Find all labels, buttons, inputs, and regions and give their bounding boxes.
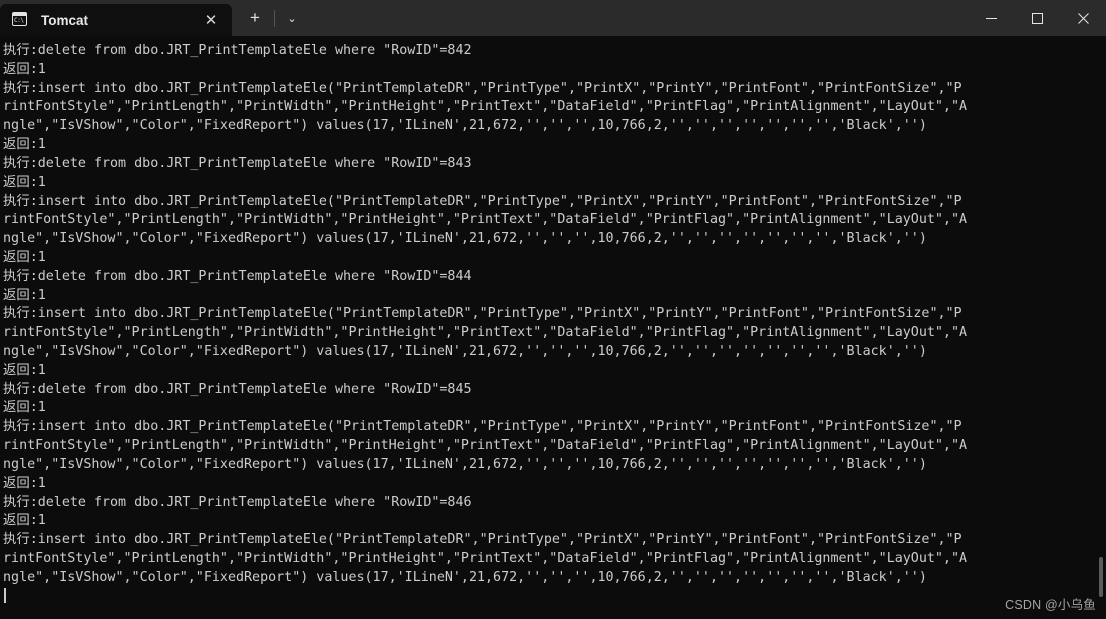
terminal-line: 执行:insert into dbo.JRT_PrintTemplateEle(… <box>3 193 962 209</box>
chevron-down-icon[interactable]: ⌄ <box>275 2 309 34</box>
terminal-line: ngle","IsVShow","Color","FixedReport") v… <box>3 118 927 134</box>
terminal-line: 返回:1 <box>3 174 46 190</box>
terminal-line: rintFontStyle","PrintLength","PrintWidth… <box>3 438 968 454</box>
minimize-icon[interactable] <box>968 0 1014 36</box>
terminal-line: 返回:1 <box>3 400 46 416</box>
terminal-line: 执行:insert into dbo.JRT_PrintTemplateEle(… <box>3 419 962 435</box>
title-bar: C:\ Tomcat ✕ + ⌄ <box>0 0 1106 36</box>
terminal-line: 执行:insert into dbo.JRT_PrintTemplateEle(… <box>3 306 962 322</box>
terminal-output: 执行:delete from dbo.JRT_PrintTemplateEle … <box>1 42 1106 606</box>
terminal-line: 返回:1 <box>3 362 46 378</box>
terminal-line: 执行:delete from dbo.JRT_PrintTemplateEle … <box>3 43 472 58</box>
new-tab-button[interactable]: + <box>236 2 274 34</box>
terminal-pane[interactable]: 执行:delete from dbo.JRT_PrintTemplateEle … <box>0 36 1106 619</box>
close-window-icon[interactable] <box>1060 0 1106 36</box>
terminal-cursor-line <box>3 587 1106 607</box>
tab-strip: C:\ Tomcat ✕ <box>0 0 232 36</box>
terminal-line: rintFontStyle","PrintLength","PrintWidth… <box>3 212 968 228</box>
terminal-line: 执行:delete from dbo.JRT_PrintTemplateEle … <box>3 381 472 397</box>
terminal-line: rintFontStyle","PrintLength","PrintWidth… <box>3 325 968 341</box>
terminal-line: 执行:insert into dbo.JRT_PrintTemplateEle(… <box>3 532 962 548</box>
watermark-text: CSDN @小乌鱼 <box>1005 598 1096 612</box>
terminal-line: 返回:1 <box>3 513 46 529</box>
maximize-icon[interactable] <box>1014 0 1060 36</box>
window-controls <box>968 0 1106 36</box>
terminal-line: ngle","IsVShow","Color","FixedReport") v… <box>3 344 927 359</box>
terminal-line: 执行:delete from dbo.JRT_PrintTemplateEle … <box>3 268 472 284</box>
terminal-line: rintFontStyle","PrintLength","PrintWidth… <box>3 550 968 566</box>
close-tab-icon[interactable]: ✕ <box>198 7 224 33</box>
tab-title: Tomcat <box>41 12 89 28</box>
scrollbar-thumb[interactable] <box>1099 557 1103 597</box>
terminal-line: 返回:1 <box>3 287 46 303</box>
console-cmd-icon-label: C:\ <box>14 16 24 24</box>
terminal-line: 执行:insert into dbo.JRT_PrintTemplateEle(… <box>3 80 962 96</box>
terminal-line: 返回:1 <box>3 249 46 265</box>
tab-actions: + ⌄ <box>232 0 309 36</box>
terminal-line: 返回:1 <box>3 475 46 491</box>
tab-tomcat[interactable]: C:\ Tomcat ✕ <box>0 4 232 36</box>
terminal-line: rintFontStyle","PrintLength","PrintWidth… <box>3 99 968 115</box>
text-cursor <box>4 587 6 603</box>
window-drag-region <box>309 0 968 36</box>
terminal-line: ngle","IsVShow","Color","FixedReport") v… <box>3 569 927 585</box>
terminal-scrollbar[interactable] <box>1096 36 1103 619</box>
terminal-window: C:\ Tomcat ✕ + ⌄ 执行:delete from dbo.JRT_… <box>0 0 1106 619</box>
terminal-line: 返回:1 <box>3 137 46 153</box>
terminal-line: 执行:delete from dbo.JRT_PrintTemplateEle … <box>3 155 472 171</box>
terminal-line: ngle","IsVShow","Color","FixedReport") v… <box>3 456 927 472</box>
terminal-line: ngle","IsVShow","Color","FixedReport") v… <box>3 231 927 247</box>
terminal-line: 执行:delete from dbo.JRT_PrintTemplateEle … <box>3 494 472 510</box>
console-cmd-icon: C:\ <box>12 12 29 28</box>
terminal-line: 返回:1 <box>3 61 46 77</box>
